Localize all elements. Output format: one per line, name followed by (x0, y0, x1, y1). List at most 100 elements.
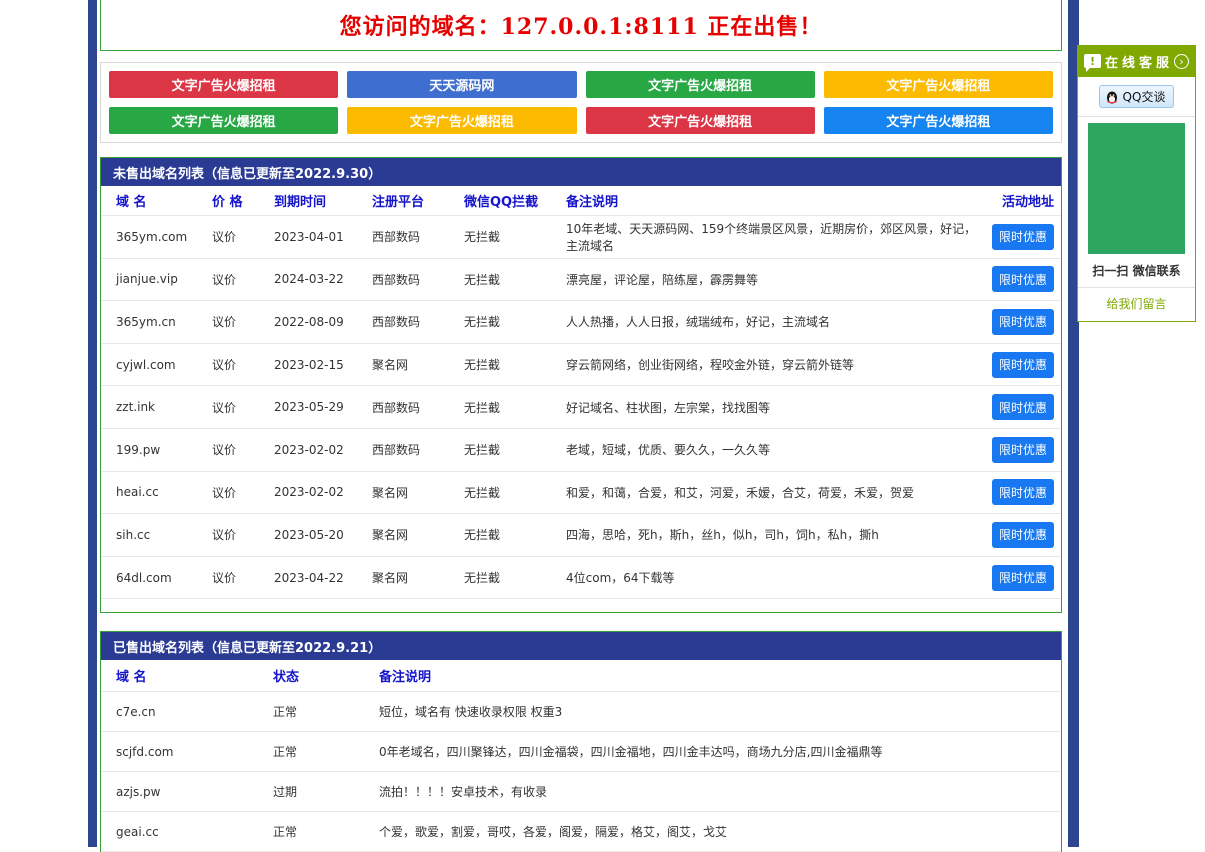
platform-cell: 西部数码 (372, 441, 464, 458)
table-row: geai.cc 正常 个爱，歌爱，割爱，哥哎，各爱，阁爱，隔爱，格艾，阁艾，戈艾 (101, 812, 1061, 852)
platform-cell: 聚名网 (372, 356, 464, 373)
column-header-expire: 到期时间 (274, 191, 372, 210)
ad-button-1[interactable]: 文字广告火爆招租 (109, 71, 338, 98)
expire-cell: 2023-02-15 (274, 358, 372, 372)
domain-cell: c7e.cn (116, 705, 273, 719)
offer-button[interactable]: 限时优惠 (992, 437, 1054, 463)
leave-message-link[interactable]: 给我们留言 (1106, 295, 1166, 312)
remark-cell: 流拍！！！！安卓技术，有收录 (379, 783, 1061, 800)
domain-cell: scjfd.com (116, 745, 273, 759)
offer-button[interactable]: 限时优惠 (992, 394, 1054, 420)
expire-cell: 2023-05-29 (274, 400, 372, 414)
offer-button[interactable]: 限时优惠 (992, 309, 1054, 335)
divider (1078, 287, 1195, 288)
remark-cell: 和爱，和蔼，合爱，和艾，河爱，禾嫒，合艾，荷爱，禾爱，贺爱 (566, 484, 984, 501)
qq-chat-button[interactable]: QQ交谈 (1099, 85, 1175, 108)
ad-button-6[interactable]: 文字广告火爆招租 (347, 107, 576, 134)
remark-cell: 老域，短域，优质、要久久，一久久等 (566, 441, 984, 458)
block-cell: 无拦截 (464, 569, 566, 586)
sale-banner-text: 您访问的域名：127.0.0.1:8111 正在出售！ (340, 9, 823, 41)
offer-button[interactable]: 限时优惠 (992, 352, 1054, 378)
table-row: 199.pw 议价 2023-02-02 西部数码 无拦截 老域，短域，优质、要… (101, 429, 1061, 472)
table-row: heai.cc 议价 2023-02-02 聚名网 无拦截 和爱，和蔼，合爱，和… (101, 472, 1061, 515)
offer-button[interactable]: 限时优惠 (992, 565, 1054, 591)
block-cell: 无拦截 (464, 484, 566, 501)
ad-button-2[interactable]: 天天源码网 (347, 71, 576, 98)
offer-button[interactable]: 限时优惠 (992, 522, 1054, 548)
status-cell: 正常 (273, 823, 379, 840)
table-row: jianjue.vip 议价 2024-03-22 西部数码 无拦截 漂亮屋，评… (101, 259, 1061, 302)
ad-button-4[interactable]: 文字广告火爆招租 (824, 71, 1053, 98)
offer-button[interactable]: 限时优惠 (992, 224, 1054, 250)
status-cell: 正常 (273, 703, 379, 720)
sale-banner: 您访问的域名：127.0.0.1:8111 正在出售！ (100, 0, 1062, 51)
platform-cell: 聚名网 (372, 569, 464, 586)
ad-button-3[interactable]: 文字广告火爆招租 (586, 71, 815, 98)
domain-cell: 199.pw (116, 443, 212, 457)
domain-cell: azjs.pw (116, 785, 273, 799)
column-header-price: 价 格 (212, 191, 274, 210)
block-cell: 无拦截 (464, 271, 566, 288)
price-cell: 议价 (212, 399, 274, 416)
table-row: c7e.cn 正常 短位，域名有 快速收录权限 权重3 (101, 692, 1061, 732)
table-row: 365ym.com 议价 2023-04-01 西部数码 无拦截 10年老域、天… (101, 216, 1061, 259)
customer-service-header: ! 在线客服 › (1077, 45, 1196, 77)
remark-cell: 人人热播，人人日报，绒瑞绒布，好记，主流域名 (566, 313, 984, 330)
remark-cell: 穿云箭网络，创业街网络，程咬金外链，穿云箭外链等 (566, 356, 984, 373)
column-header-action: 活动地址 (1002, 191, 1054, 210)
block-cell: 无拦截 (464, 399, 566, 416)
expire-cell: 2023-05-20 (274, 528, 372, 542)
remark-cell: 好记域名、柱状图，左宗棠，找找图等 (566, 399, 984, 416)
chat-bubble-icon: ! (1084, 54, 1101, 68)
price-cell: 议价 (212, 271, 274, 288)
qq-chat-label: QQ交谈 (1123, 88, 1166, 105)
table-row: cyjwl.com 议价 2023-02-15 聚名网 无拦截 穿云箭网络，创业… (101, 344, 1061, 387)
collapse-icon[interactable]: › (1174, 54, 1189, 69)
price-cell: 议价 (212, 228, 274, 245)
online-service-title: 在线客服 (1101, 52, 1174, 71)
domain-cell: zzt.ink (116, 400, 212, 414)
ad-button-8[interactable]: 文字广告火爆招租 (824, 107, 1053, 134)
text-ads-box: 文字广告火爆招租 天天源码网 文字广告火爆招租 文字广告火爆招租 文字广告火爆招… (100, 62, 1062, 143)
remark-cell: 0年老域名，四川聚锋达，四川金福袋，四川金福地，四川金丰达吗，商场九分店,四川金… (379, 743, 1061, 760)
remark-cell: 短位，域名有 快速收录权限 权重3 (379, 703, 1061, 720)
column-header-remark: 备注说明 (379, 666, 1061, 685)
unsold-table-header: 域 名 价 格 到期时间 注册平台 微信QQ拦截 备注说明 活动地址 (101, 186, 1061, 216)
wechat-qr-code (1088, 123, 1185, 254)
price-cell: 议价 (212, 569, 274, 586)
domain-cell: 365ym.cn (116, 315, 212, 329)
ad-button-7[interactable]: 文字广告火爆招租 (586, 107, 815, 134)
remark-cell: 漂亮屋，评论屋，陪练屋，霹雳舞等 (566, 271, 984, 288)
expire-cell: 2023-02-02 (274, 443, 372, 457)
block-cell: 无拦截 (464, 313, 566, 330)
scan-hint-text: 扫一扫 微信联系 (1092, 262, 1180, 279)
expire-cell: 2022-08-09 (274, 315, 372, 329)
column-header-platform: 注册平台 (372, 191, 464, 210)
expire-cell: 2023-02-02 (274, 485, 372, 499)
expire-cell: 2023-04-01 (274, 230, 372, 244)
unsold-domains-panel: 未售出域名列表（信息已更新至2022.9.30） 域 名 价 格 到期时间 注册… (100, 157, 1062, 613)
table-row: 365ym.cn 议价 2022-08-09 西部数码 无拦截 人人热播，人人日… (101, 301, 1061, 344)
column-header-domain: 域 名 (116, 191, 212, 210)
platform-cell: 聚名网 (372, 526, 464, 543)
offer-button[interactable]: 限时优惠 (992, 479, 1054, 505)
platform-cell: 西部数码 (372, 399, 464, 416)
sold-domains-panel: 已售出域名列表（信息已更新至2022.9.21） 域 名 状态 备注说明 c7e… (100, 631, 1062, 852)
price-cell: 议价 (212, 441, 274, 458)
divider (1078, 116, 1195, 117)
status-cell: 正常 (273, 743, 379, 760)
domain-cell: cyjwl.com (116, 358, 212, 372)
customer-service-widget: ! 在线客服 › QQ交谈 扫一扫 微信联系 给我们留言 (1077, 45, 1196, 322)
qq-penguin-icon (1105, 90, 1119, 104)
ad-button-5[interactable]: 文字广告火爆招租 (109, 107, 338, 134)
domain-cell: 365ym.com (116, 230, 212, 244)
domain-cell: geai.cc (116, 825, 273, 839)
price-cell: 议价 (212, 313, 274, 330)
price-cell: 议价 (212, 484, 274, 501)
offer-button[interactable]: 限时优惠 (992, 266, 1054, 292)
customer-service-body: QQ交谈 扫一扫 微信联系 给我们留言 (1077, 77, 1196, 322)
ads-row-2: 文字广告火爆招租 文字广告火爆招租 文字广告火爆招租 文字广告火爆招租 (109, 107, 1053, 134)
block-cell: 无拦截 (464, 228, 566, 245)
domain-cell: sih.cc (116, 528, 212, 542)
column-header-domain: 域 名 (116, 666, 273, 685)
